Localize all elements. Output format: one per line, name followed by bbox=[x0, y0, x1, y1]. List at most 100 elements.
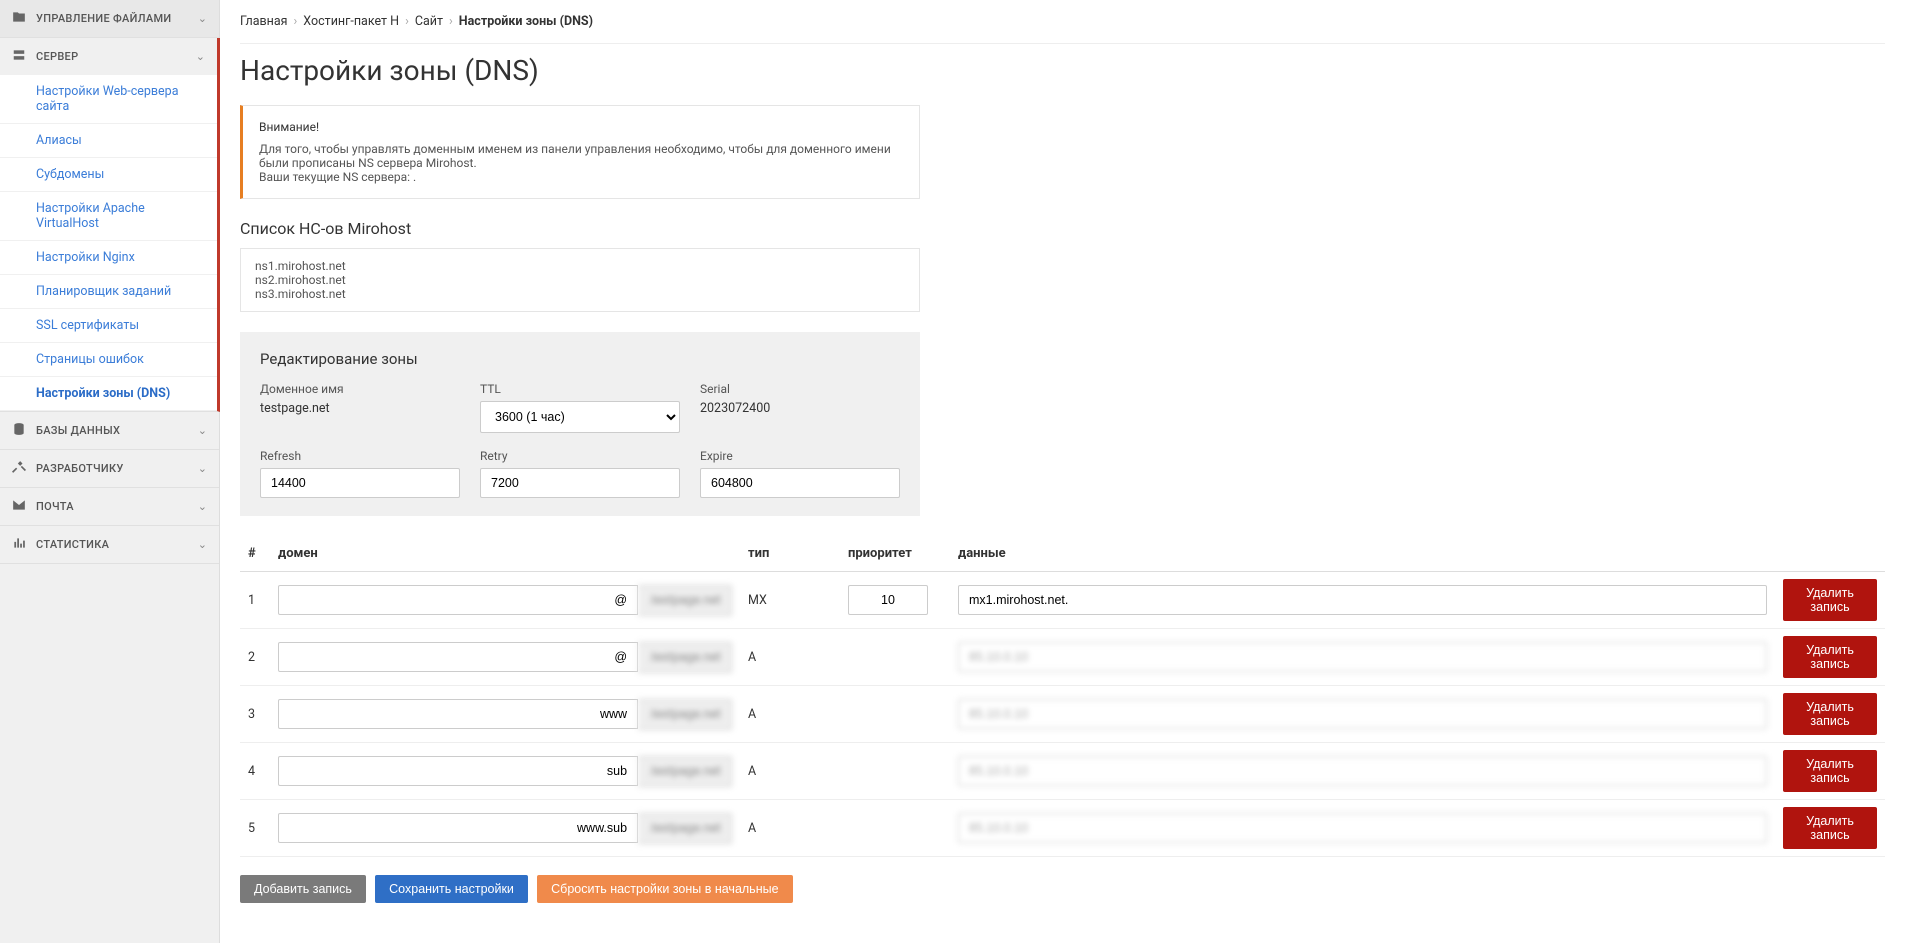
chevron-right-icon: › bbox=[294, 14, 298, 29]
domain-input[interactable] bbox=[278, 699, 638, 729]
serial-label: Serial bbox=[700, 382, 900, 396]
data-input[interactable] bbox=[958, 585, 1767, 615]
chart-icon bbox=[12, 536, 28, 553]
domain-value: testpage.net bbox=[260, 401, 460, 416]
th-domain: домен bbox=[270, 536, 740, 572]
data-input[interactable] bbox=[958, 699, 1767, 729]
table-row: 3.testpage.netAУдалить запись bbox=[240, 686, 1885, 743]
domain-input[interactable] bbox=[278, 642, 638, 672]
data-input[interactable] bbox=[958, 642, 1767, 672]
reset-button[interactable]: Сбросить настройки зоны в начальные bbox=[537, 875, 792, 903]
sidebar-section-label: СТАТИСТИКА bbox=[36, 538, 198, 551]
domain-input[interactable] bbox=[278, 813, 638, 843]
data-input[interactable] bbox=[958, 756, 1767, 786]
delete-record-button[interactable]: Удалить запись bbox=[1783, 807, 1877, 849]
retry-input[interactable] bbox=[480, 468, 680, 498]
delete-record-button[interactable]: Удалить запись bbox=[1783, 693, 1877, 735]
sidebar-section-mail[interactable]: ПОЧТА⌄ bbox=[0, 488, 219, 525]
sidebar-section-dev[interactable]: РАЗРАБОТЧИКУ⌄ bbox=[0, 450, 219, 487]
domain-suffix: .testpage.net bbox=[638, 699, 732, 730]
table-row: 4 .testpage.net A Удалить запись bbox=[240, 743, 1885, 800]
record-type: A bbox=[740, 800, 840, 857]
data-input[interactable] bbox=[958, 813, 1767, 843]
chevron-right-icon: › bbox=[449, 14, 453, 29]
page-title: Настройки зоны (DNS) bbox=[240, 54, 1885, 87]
sidebar-item[interactable]: Настройки Apache VirtualHost bbox=[0, 192, 217, 241]
ns-list-box: ns1.mirohost.net ns2.mirohost.net ns3.mi… bbox=[240, 248, 920, 312]
sidebar-item[interactable]: Алиасы bbox=[0, 124, 217, 158]
ttl-label: TTL bbox=[480, 382, 680, 396]
breadcrumb-item[interactable]: Главная bbox=[240, 14, 288, 29]
alert-box: Внимание! Для того, чтобы управлять доме… bbox=[240, 105, 920, 199]
save-button[interactable]: Сохранить настройки bbox=[375, 875, 528, 903]
server-icon bbox=[12, 48, 28, 65]
record-type: A bbox=[740, 629, 840, 686]
domain-suffix: .testpage.net bbox=[638, 585, 732, 616]
row-number: 1 bbox=[240, 572, 270, 629]
ns-item: ns1.mirohost.net bbox=[255, 259, 905, 273]
domain-input[interactable] bbox=[278, 585, 638, 615]
main-content: Главная › Хостинг-пакет H › Сайт › Настройки з… bbox=[220, 0, 1905, 943]
sidebar-section-label: УПРАВЛЕНИЕ ФАЙЛАМИ bbox=[36, 12, 198, 25]
table-row: 2 .testpage.net A Удалить запись bbox=[240, 629, 1885, 686]
table-row: 5 .testpage.net A Удалить запись bbox=[240, 800, 1885, 857]
alert-title: Внимание! bbox=[259, 120, 903, 134]
chevron-down-icon: ⌄ bbox=[198, 424, 207, 437]
sidebar-section-label: ПОЧТА bbox=[36, 500, 198, 513]
alert-text-2: Ваши текущие NS сервера: . bbox=[259, 170, 903, 184]
add-record-button[interactable]: Добавить запись bbox=[240, 875, 366, 903]
row-number: 3 bbox=[240, 686, 270, 743]
sidebar-section-files[interactable]: УПРАВЛЕНИЕ ФАЙЛАМИ⌄ bbox=[0, 0, 219, 37]
chevron-down-icon: ⌄ bbox=[198, 12, 207, 25]
row-number: 4 bbox=[240, 743, 270, 800]
zone-edit-title: Редактирование зоны bbox=[260, 350, 900, 368]
sidebar-section-label: БАЗЫ ДАННЫХ bbox=[36, 424, 198, 437]
alert-text-1: Для того, чтобы управлять доменным имене… bbox=[259, 142, 903, 170]
row-number: 2 bbox=[240, 629, 270, 686]
expire-input[interactable] bbox=[700, 468, 900, 498]
chevron-right-icon: › bbox=[405, 14, 409, 29]
sidebar-section-label: СЕРВЕР bbox=[36, 50, 196, 63]
domain-suffix: .testpage.net bbox=[638, 813, 732, 844]
breadcrumb-item[interactable]: Хостинг-пакет H bbox=[303, 14, 399, 29]
sidebar-item[interactable]: Страницы ошибок bbox=[0, 343, 217, 377]
row-number: 5 bbox=[240, 800, 270, 857]
domain-suffix: .testpage.net bbox=[638, 642, 732, 673]
refresh-label: Refresh bbox=[260, 449, 460, 463]
ns-list-title: Список НС-ов Mirohost bbox=[240, 219, 1885, 238]
sidebar-item[interactable]: Настройки Nginx bbox=[0, 241, 217, 275]
record-type: MX bbox=[740, 572, 840, 629]
breadcrumb-item[interactable]: Сайт bbox=[415, 14, 443, 29]
sidebar-item[interactable]: SSL сертификаты bbox=[0, 309, 217, 343]
breadcrumb-item: Настройки зоны (DNS) bbox=[459, 14, 593, 29]
folder-icon bbox=[12, 10, 28, 27]
chevron-down-icon: ⌄ bbox=[198, 538, 207, 551]
sidebar-section-server[interactable]: СЕРВЕР⌄ bbox=[0, 38, 217, 75]
th-num: # bbox=[240, 536, 270, 572]
record-type: A bbox=[740, 743, 840, 800]
sidebar-item[interactable]: Настройки Web-сервера сайта bbox=[0, 75, 217, 124]
domain-label: Доменное имя bbox=[260, 382, 460, 396]
retry-label: Retry bbox=[480, 449, 680, 463]
chevron-down-icon: ⌄ bbox=[198, 462, 207, 475]
sidebar-item[interactable]: Субдомены bbox=[0, 158, 217, 192]
sidebar-section-db[interactable]: БАЗЫ ДАННЫХ⌄ bbox=[0, 412, 219, 449]
ns-item: ns2.mirohost.net bbox=[255, 273, 905, 287]
priority-input[interactable] bbox=[848, 585, 928, 615]
chevron-down-icon: ⌄ bbox=[198, 500, 207, 513]
mail-icon bbox=[12, 498, 28, 515]
ttl-select[interactable]: 3600 (1 час) bbox=[480, 401, 680, 433]
sidebar-section-stats[interactable]: СТАТИСТИКА⌄ bbox=[0, 526, 219, 563]
ns-item: ns3.mirohost.net bbox=[255, 287, 905, 301]
delete-record-button[interactable]: Удалить запись bbox=[1783, 636, 1877, 678]
zone-edit-panel: Редактирование зоны Доменное имя testpag… bbox=[240, 332, 920, 516]
delete-record-button[interactable]: Удалить запись bbox=[1783, 750, 1877, 792]
expire-label: Expire bbox=[700, 449, 900, 463]
sidebar-item[interactable]: Планировщик заданий bbox=[0, 275, 217, 309]
refresh-input[interactable] bbox=[260, 468, 460, 498]
domain-suffix: .testpage.net bbox=[638, 756, 732, 787]
delete-record-button[interactable]: Удалить запись bbox=[1783, 579, 1877, 621]
sidebar-item[interactable]: Настройки зоны (DNS) bbox=[0, 377, 217, 411]
sidebar: УПРАВЛЕНИЕ ФАЙЛАМИ⌄СЕРВЕР⌄Настройки Web-… bbox=[0, 0, 220, 943]
domain-input[interactable] bbox=[278, 756, 638, 786]
